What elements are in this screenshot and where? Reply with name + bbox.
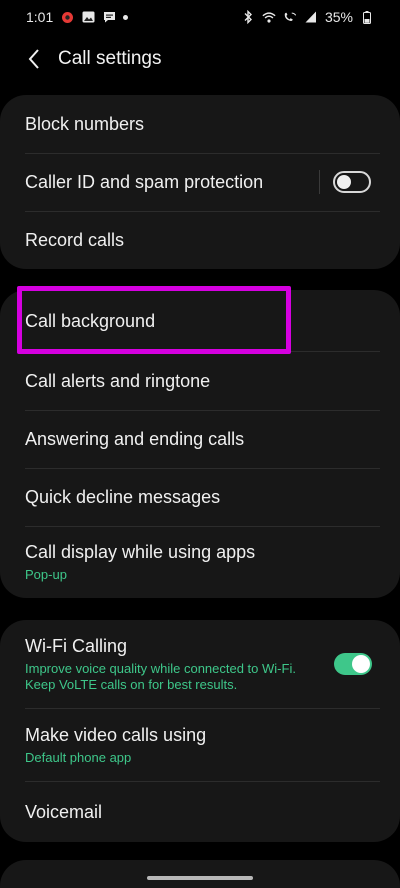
back-button[interactable]	[12, 37, 56, 81]
image-icon	[81, 10, 95, 24]
wifi-calling-desc-line1: Improve voice quality while connected to…	[25, 661, 296, 676]
battery-icon	[360, 10, 374, 24]
call-display-item[interactable]: Call display while using apps Pop-up	[0, 526, 400, 598]
settings-card-privacy: Block numbers Caller ID and spam protect…	[0, 95, 400, 269]
wifi-icon	[262, 10, 276, 24]
toggle-separator	[319, 170, 320, 194]
wifi-calling-icon	[283, 10, 297, 24]
home-indicator[interactable]	[147, 876, 253, 880]
app-notification-icon	[60, 10, 74, 24]
wifi-calling-label: Wi-Fi Calling	[25, 636, 128, 656]
block-numbers-item[interactable]: Block numbers	[0, 95, 400, 153]
chevron-left-icon	[28, 49, 39, 69]
quick-decline-messages-item[interactable]: Quick decline messages	[0, 468, 400, 526]
record-calls-label: Record calls	[25, 230, 125, 250]
caller-id-spam-toggle[interactable]	[333, 171, 371, 193]
voicemail-label: Voicemail	[25, 801, 103, 822]
call-background-label: Call background	[25, 310, 156, 331]
video-calls-value: Default phone app	[25, 749, 132, 765]
quick-decline-messages-label: Quick decline messages	[25, 487, 221, 507]
answering-ending-calls-label: Answering and ending calls	[25, 429, 245, 449]
call-display-value: Pop-up	[25, 567, 67, 582]
bluetooth-icon	[241, 10, 255, 24]
video-calls-label: Make video calls using	[25, 724, 207, 745]
signal-icon	[304, 10, 318, 24]
answering-ending-calls-item[interactable]: Answering and ending calls	[0, 410, 400, 468]
record-calls-item[interactable]: Record calls	[0, 211, 400, 269]
settings-card-next	[0, 860, 400, 888]
status-left: 1:01	[26, 9, 129, 25]
status-time: 1:01	[26, 9, 54, 25]
call-alerts-ringtone-label: Call alerts and ringtone	[25, 370, 211, 391]
status-bar: 1:01 35%	[0, 0, 400, 34]
dot-icon	[123, 14, 129, 20]
block-numbers-label: Block numbers	[25, 114, 145, 134]
call-settings-screen: 1:01 35% Call settings Block numbers Cal…	[0, 0, 400, 888]
status-right: 35%	[241, 9, 374, 25]
toggle-knob	[337, 175, 351, 189]
call-display-label: Call display while using apps	[25, 542, 256, 562]
caller-id-spam-label: Caller ID and spam protection	[25, 172, 264, 192]
toggle-knob	[352, 655, 370, 673]
app-header: Call settings	[0, 34, 400, 84]
call-background-item[interactable]: Call background	[0, 290, 400, 351]
voicemail-item[interactable]: Voicemail	[0, 781, 400, 842]
message-icon	[102, 10, 116, 24]
wifi-calling-desc-line2: Keep VoLTE calls on for best results.	[25, 677, 238, 692]
battery-percent: 35%	[324, 9, 353, 25]
settings-card-advanced: Wi-Fi Calling Improve voice quality whil…	[0, 620, 400, 842]
video-calls-item[interactable]: Make video calls using Default phone app	[0, 708, 400, 781]
call-alerts-ringtone-item[interactable]: Call alerts and ringtone	[0, 351, 400, 410]
settings-card-call: Call background Call alerts and ringtone…	[0, 290, 400, 598]
wifi-calling-toggle[interactable]	[334, 653, 372, 675]
page-title: Call settings	[58, 48, 162, 69]
